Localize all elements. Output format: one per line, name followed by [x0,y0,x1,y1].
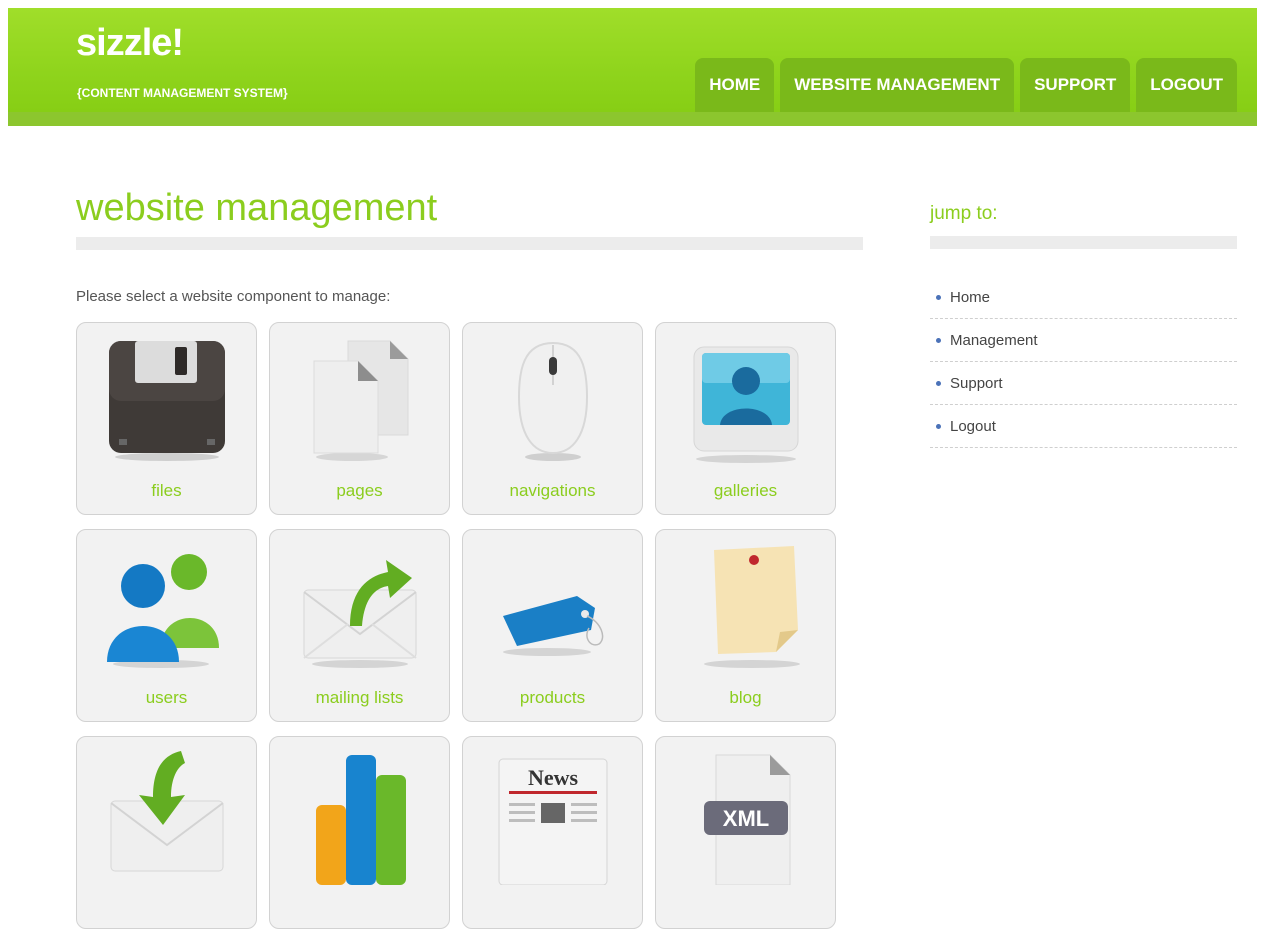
tile-users[interactable]: users [76,529,257,722]
tile-label: pages [336,481,383,500]
mouse-icon [517,341,589,461]
tile-mailing-lists[interactable]: mailing lists [269,529,450,722]
sidebar-title: jump to: [930,203,998,224]
bullet-icon [936,294,941,300]
nav-tab-logout[interactable]: LOGOUT [1136,58,1237,112]
price-tag-icon [503,596,604,656]
tile-products[interactable]: products [462,529,643,722]
tile-xml[interactable]: XML [655,736,836,929]
envelope-send-icon [303,560,417,668]
nav-tab-support[interactable]: SUPPORT [1020,58,1131,112]
tile-label: files [151,481,182,500]
tagline: {CONTENT MANAGEMENT SYSTEM} [77,86,288,100]
jump-to-item-management[interactable]: Management [930,319,1237,362]
jump-to-label: Support [950,374,1003,392]
pages-icon [313,340,409,461]
users-icon [107,554,219,668]
sticky-note-icon [704,546,800,668]
tile-bar-chart[interactable] [269,736,450,929]
tile-label: users [145,688,188,707]
tile-navigations[interactable]: navigations [462,322,643,515]
tile-label: navigations [509,481,596,500]
bullet-icon [936,423,941,429]
bullet-icon [936,337,941,343]
jump-to-list: Home Management Support Logout [930,276,1237,448]
intro-text: Please select a website component to man… [76,288,391,305]
logo[interactable]: sizzle! [76,24,184,62]
tile-files[interactable]: files [76,322,257,515]
tile-label: products [519,688,586,707]
tile-blog[interactable]: blog [655,529,836,722]
jump-to-label: Home [950,288,991,306]
tile-label: mailing lists [315,688,404,707]
bullet-icon [936,380,941,386]
tile-pages[interactable]: pages [269,322,450,515]
tile-envelope-receive[interactable] [76,736,257,929]
jump-to-item-home[interactable]: Home [930,276,1237,319]
picture-frame-icon [693,346,799,463]
tile-label: blog [729,688,762,707]
nav-tab-home[interactable]: HOME [695,58,775,112]
jump-to-label: Management [950,331,1038,349]
xml-file-icon: XML [704,754,791,885]
jump-to-item-support[interactable]: Support [930,362,1237,405]
site-header: sizzle! {CONTENT MANAGEMENT SYSTEM} HOME… [8,8,1257,126]
main-nav: HOME WEBSITE MANAGEMENT SUPPORT LOGOUT [695,58,1237,112]
newspaper-icon-text: News [528,765,579,790]
bar-chart-icon [316,755,406,885]
title-divider [76,237,863,250]
page-title: website management [76,187,438,229]
tile-galleries[interactable]: galleries [655,322,836,515]
floppy-disk-icon [109,341,225,461]
tile-newspaper[interactable]: News [462,736,643,929]
newspaper-icon: News [498,758,608,885]
component-grid: files pages navigations galleries users … [76,322,836,929]
xml-icon-text: XML [723,806,769,831]
header-bar [8,112,1257,126]
tile-label: galleries [713,481,778,500]
jump-to-label: Logout [950,417,996,435]
sidebar-divider [930,236,1237,249]
envelope-receive-icon [110,751,224,872]
nav-tab-website-management[interactable]: WEBSITE MANAGEMENT [780,58,1015,112]
jump-to-item-logout[interactable]: Logout [930,405,1237,448]
